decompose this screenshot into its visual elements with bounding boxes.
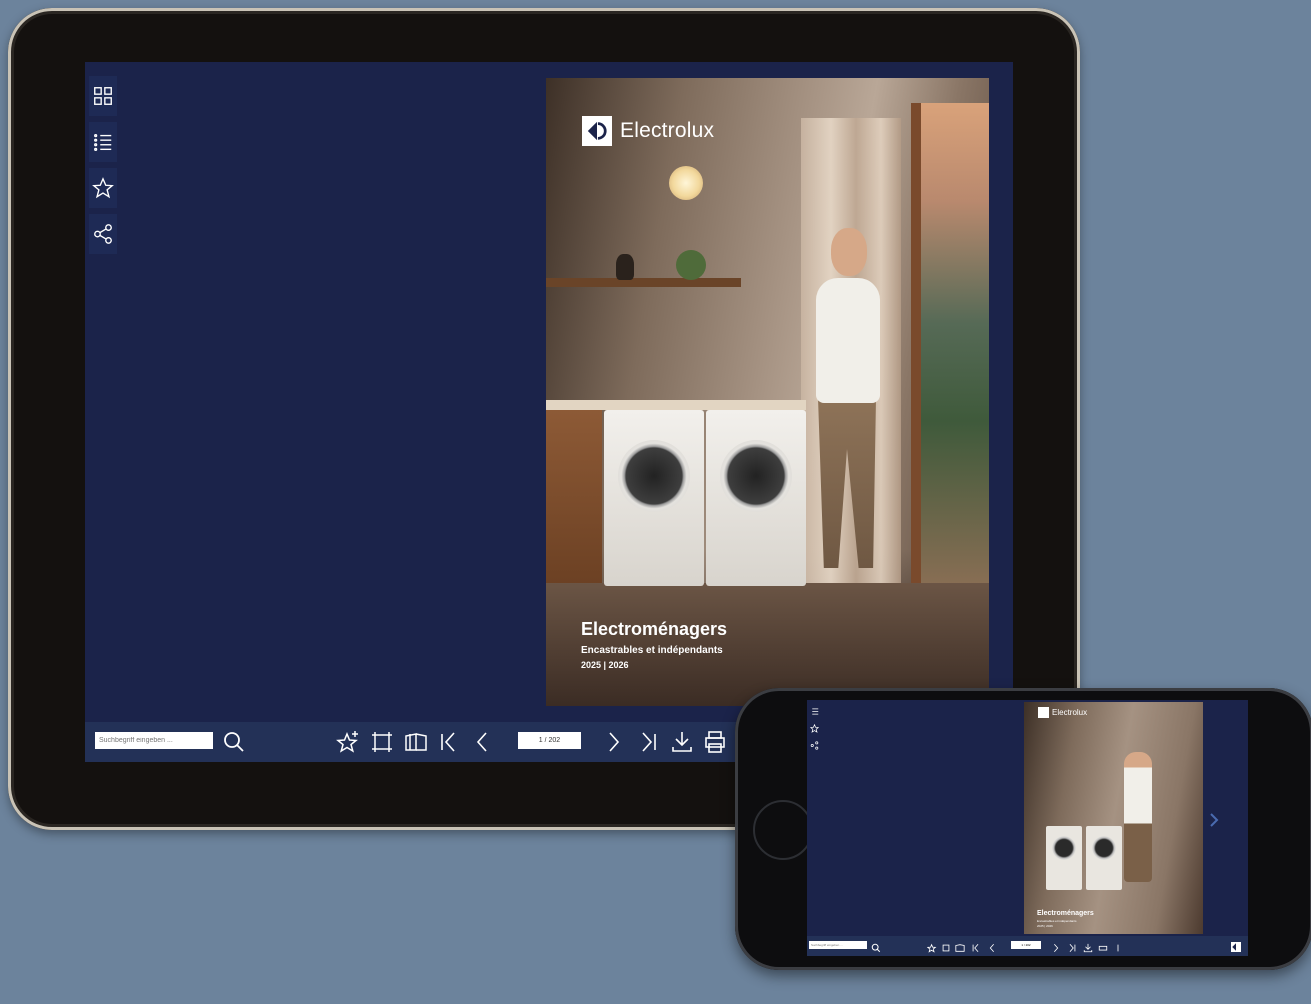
wood-cabinet [546, 410, 602, 595]
phone-side-toolbar [809, 704, 819, 755]
home-button [753, 800, 813, 860]
phone-add-bookmark-button[interactable] [926, 940, 937, 953]
phone-next-page-button[interactable] [1051, 940, 1061, 953]
star-icon [92, 177, 114, 199]
phone-cover-title: Electroménagers [1037, 910, 1094, 917]
double-page-button[interactable] [402, 728, 430, 756]
last-page-button[interactable] [634, 728, 662, 756]
phone-search-button[interactable] [871, 940, 881, 953]
more-icon [1117, 944, 1119, 952]
double-page-icon [405, 733, 427, 751]
catalog-cover-page[interactable]: Electrolux Electroménagers Encastrables … [546, 78, 989, 706]
print-button[interactable] [701, 728, 729, 756]
double-page-icon [955, 944, 965, 952]
wall-lamp [669, 166, 703, 200]
phone-fullscreen-button[interactable] [941, 940, 951, 952]
previous-page-icon [989, 943, 994, 953]
share-button[interactable] [89, 214, 117, 254]
dryer-drum [720, 440, 792, 512]
list-icon [94, 133, 112, 151]
phone-toc-button[interactable] [809, 704, 819, 718]
phone-flipbook-viewer: Electrolux Electroménagers Encastrables … [807, 700, 1248, 956]
phone-catalog-cover[interactable]: Electrolux Electroménagers Encastrables … [1024, 702, 1203, 934]
fullscreen-button[interactable] [368, 728, 396, 756]
phone-bottom-toolbar [807, 936, 1248, 956]
shelf-decoration [616, 254, 634, 280]
electrolux-logo-icon [582, 116, 612, 146]
cover-title: Electroménagers [581, 619, 728, 639]
table-of-contents-button[interactable] [89, 122, 117, 162]
person-shirt [816, 278, 880, 403]
dryer [706, 410, 806, 586]
shelf [546, 278, 741, 287]
person [1124, 752, 1152, 882]
share-icon [94, 224, 112, 244]
glass-door [911, 103, 989, 593]
search-icon [871, 943, 881, 953]
phone-last-page-button[interactable] [1067, 940, 1077, 953]
shelf-plant [676, 250, 706, 280]
download-button[interactable] [668, 728, 696, 756]
star-icon [809, 723, 819, 733]
cover-year: 2025 | 2026 [581, 660, 629, 670]
first-page-button[interactable] [435, 728, 463, 756]
print-icon [705, 731, 725, 753]
phone-previous-page-button[interactable] [987, 940, 997, 953]
washing-machine [1046, 826, 1082, 890]
last-page-icon [1069, 943, 1076, 953]
next-page-button[interactable] [600, 728, 628, 756]
bookmarks-button[interactable] [89, 168, 117, 208]
download-icon [1083, 943, 1093, 953]
chevron-right-icon [1210, 813, 1219, 827]
share-icon [810, 740, 818, 750]
brand-name: Electrolux [620, 119, 715, 142]
person-head [831, 228, 867, 276]
previous-page-icon [476, 732, 487, 752]
fullscreen-icon [942, 944, 950, 952]
phone-share-button[interactable] [809, 738, 819, 752]
search-button[interactable] [220, 728, 248, 756]
phone-download-button[interactable] [1083, 940, 1093, 953]
page-number-input[interactable] [518, 732, 581, 749]
grid-icon [94, 87, 112, 105]
search-icon [224, 732, 244, 752]
washer-drum [618, 440, 690, 512]
brand-logo: Electrolux [582, 116, 714, 146]
print-icon [1098, 945, 1108, 951]
search-input[interactable] [95, 732, 213, 749]
phone-first-page-button[interactable] [971, 940, 981, 953]
thumbnails-button[interactable] [89, 76, 117, 116]
fullscreen-icon [372, 732, 392, 752]
next-page-icon [1054, 943, 1059, 953]
add-bookmark-icon [336, 731, 358, 753]
previous-page-button[interactable] [468, 728, 496, 756]
washing-machine [604, 410, 704, 586]
dryer [1086, 826, 1122, 890]
counter-top [546, 400, 806, 410]
phone-brand-logo: Electrolux [1038, 707, 1087, 718]
download-icon [672, 732, 692, 752]
next-page-icon [609, 732, 620, 752]
cover-subtitle: Encastrables et indépendants [581, 645, 723, 656]
phone-page-number-input[interactable] [1011, 941, 1041, 949]
phone-cover-subtitle: Encastrables et indépendants [1037, 919, 1077, 923]
phone-search-input[interactable] [809, 941, 867, 949]
last-page-icon [642, 732, 656, 752]
add-bookmark-button[interactable] [334, 728, 362, 756]
add-bookmark-icon [926, 943, 937, 953]
phone-print-button[interactable] [1098, 940, 1108, 951]
first-page-icon [441, 732, 455, 752]
phone-bookmarks-button[interactable] [809, 721, 819, 735]
phone-double-page-button[interactable] [955, 940, 965, 952]
electrolux-logo-icon [1038, 707, 1049, 718]
phone-next-arrow[interactable] [1207, 810, 1221, 830]
first-page-icon [972, 943, 979, 953]
phone-device: Electrolux Electroménagers Encastrables … [735, 688, 1311, 970]
phone-cover-year: 2025 | 2026 [1037, 924, 1053, 928]
list-icon [811, 708, 818, 714]
tablet-flipbook-viewer: Electrolux Electroménagers Encastrables … [85, 62, 1013, 762]
phone-more-button[interactable] [1113, 940, 1123, 952]
phone-electrolux-logo-icon [1231, 939, 1244, 952]
side-toolbar [89, 76, 117, 260]
